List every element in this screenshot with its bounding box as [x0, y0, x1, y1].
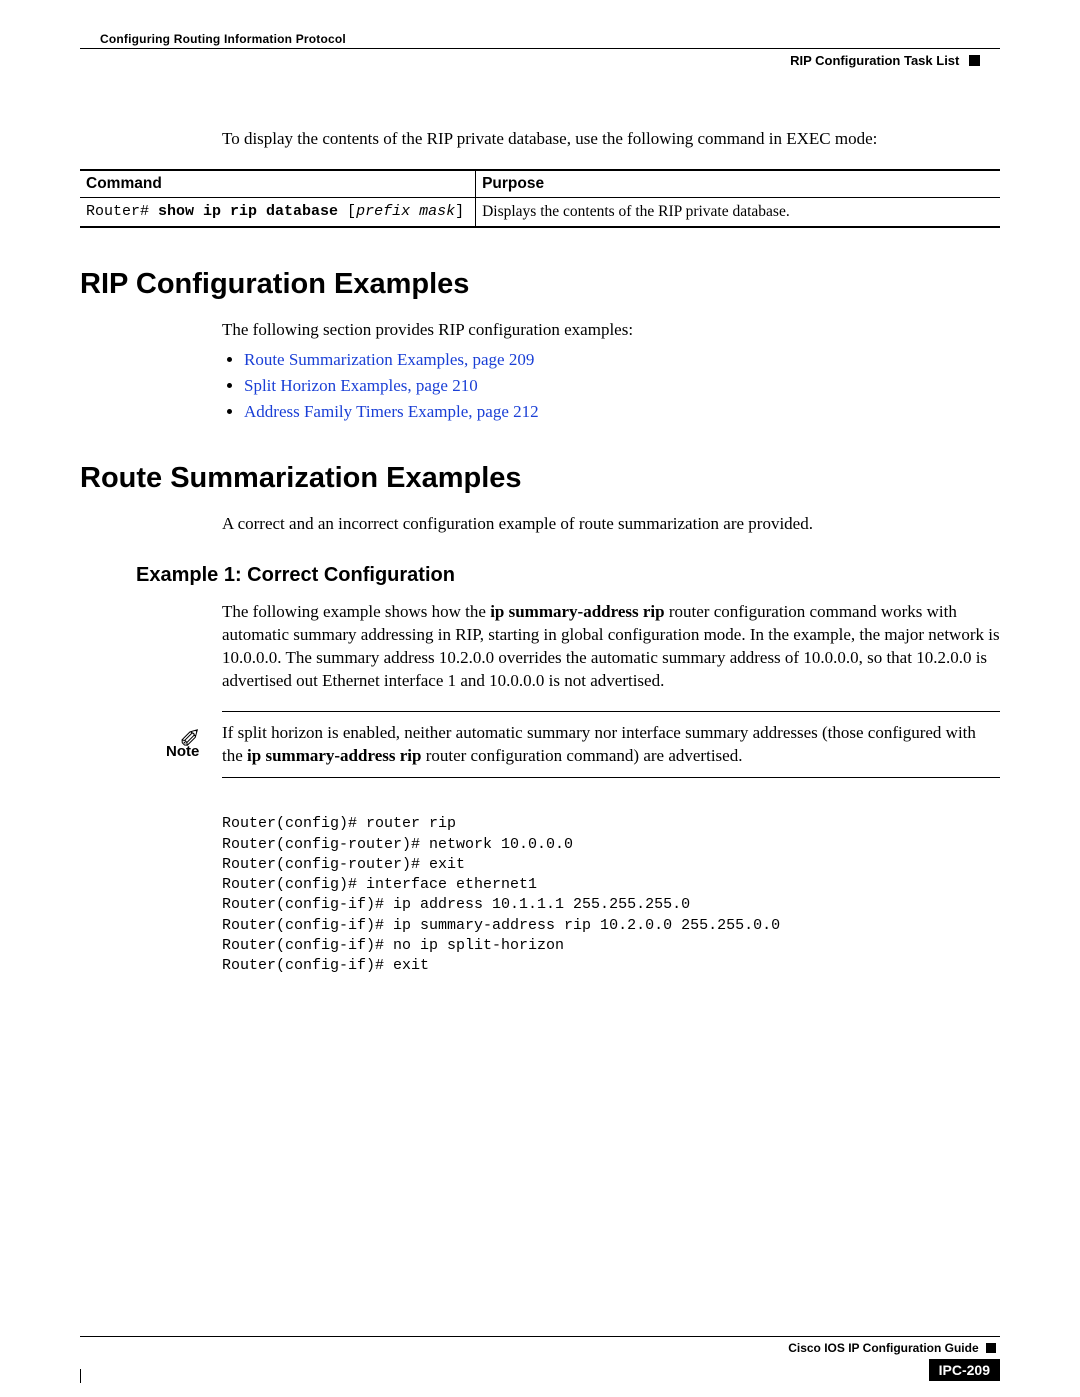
note-bottom-rule	[222, 777, 1000, 778]
ex1-cmd-bold: ip summary-address rip	[490, 602, 664, 621]
heading-rip-config-examples: RIP Configuration Examples	[80, 268, 1000, 301]
intro-paragraph: To display the contents of the RIP priva…	[222, 128, 1000, 151]
command-cell: Router# show ip rip database [prefix mas…	[80, 197, 476, 227]
table-header-row: Command Purpose	[80, 170, 1000, 198]
header-rule	[80, 48, 1000, 49]
crop-mark-icon	[80, 1369, 83, 1383]
cmd-suffix-open: [	[338, 203, 356, 220]
section-running-head-text: RIP Configuration Task List	[790, 53, 959, 68]
cmd-italic: prefix mask	[356, 203, 455, 220]
note-cmd-bold: ip summary-address rip	[247, 746, 421, 765]
list-item: Split Horizon Examples, page 210	[244, 376, 1000, 396]
pencil-icon: ✎	[179, 692, 205, 748]
page-number: IPC-209	[929, 1359, 1000, 1381]
note-body: If split horizon is enabled, neither aut…	[222, 722, 1000, 768]
col-header-purpose: Purpose	[476, 170, 1000, 198]
link-split-horizon[interactable]: Split Horizon Examples, page 210	[244, 376, 478, 395]
cmd-suffix-close: ]	[455, 203, 464, 220]
cmd-bold: show ip rip database	[158, 203, 338, 220]
note-top-rule	[222, 711, 1000, 712]
route-summarization-intro: A correct and an incorrect configuration…	[222, 513, 1000, 536]
examples-link-list: Route Summarization Examples, page 209 S…	[222, 350, 1000, 422]
chapter-running-head: Configuring Routing Information Protocol	[100, 32, 1000, 46]
link-address-family-timers[interactable]: Address Family Timers Example, page 212	[244, 402, 539, 421]
section-running-head: RIP Configuration Task List	[80, 53, 1000, 68]
heading-route-summarization: Route Summarization Examples	[80, 462, 1000, 495]
purpose-cell: Displays the contents of the RIP private…	[476, 197, 1000, 227]
note-block: ✎ Note If split horizon is enabled, neit…	[166, 711, 1000, 799]
cmd-prefix: Router#	[86, 203, 158, 220]
table-row: Router# show ip rip database [prefix mas…	[80, 197, 1000, 227]
header-marker-icon	[969, 55, 980, 66]
example-1-paragraph: The following example shows how the ip s…	[222, 601, 1000, 693]
footer-guide-title: Cisco IOS IP Configuration Guide	[788, 1341, 978, 1355]
link-route-summarization[interactable]: Route Summarization Examples, page 209	[244, 350, 534, 369]
command-table: Command Purpose Router# show ip rip data…	[80, 169, 1000, 228]
list-item: Route Summarization Examples, page 209	[244, 350, 1000, 370]
list-item: Address Family Timers Example, page 212	[244, 402, 1000, 422]
footer-rule	[80, 1336, 1000, 1337]
cli-output: Router(config)# router rip Router(config…	[222, 814, 1000, 976]
footer-marker-icon	[986, 1343, 996, 1353]
page-footer: Cisco IOS IP Configuration Guide	[80, 1336, 1000, 1355]
note-text-post: router configuration command) are advert…	[421, 746, 742, 765]
heading-example-1: Example 1: Correct Configuration	[136, 564, 1000, 587]
col-header-command: Command	[80, 170, 476, 198]
examples-intro: The following section provides RIP confi…	[222, 319, 1000, 342]
ex1-text-pre: The following example shows how the	[222, 602, 490, 621]
